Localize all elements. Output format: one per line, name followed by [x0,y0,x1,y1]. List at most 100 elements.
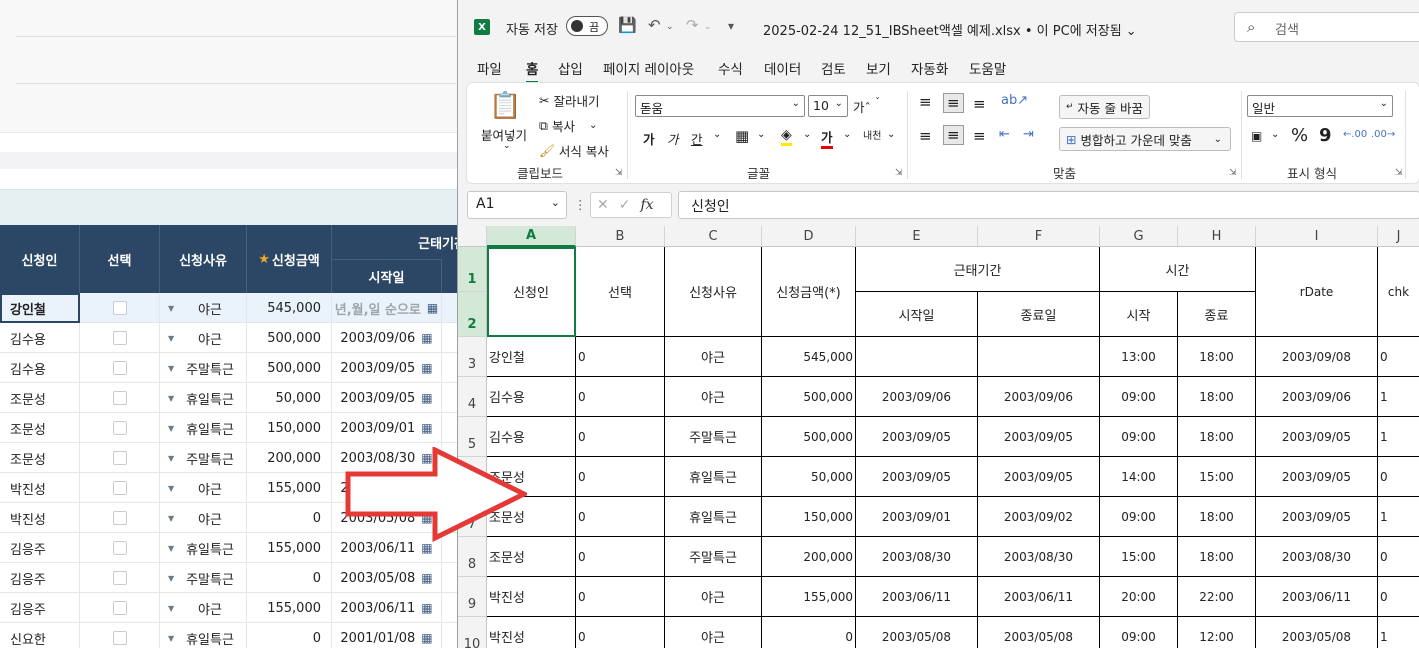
cell-d10[interactable]: 0 [762,617,856,648]
table-row[interactable]: 신요한 ▼ 휴일특근 0 2001/01/08 ▦ [0,623,470,648]
cell-g6[interactable]: 14:00 [1100,457,1178,497]
calendar-icon[interactable]: ▦ [421,601,432,615]
enter-icon[interactable]: ✓ [619,197,631,213]
cell-i4[interactable]: 2003/09/06 [1256,377,1378,417]
cell-f5[interactable]: 2003/09/05 [978,417,1100,457]
cell-g1[interactable]: 시간 [1100,247,1256,292]
cell-f8[interactable]: 2003/08/30 [978,537,1100,577]
cell-reason[interactable]: ▼ 주말특근 [160,443,247,473]
cell-c1[interactable]: 신청사유 [665,247,762,337]
autosave-toggle[interactable]: 끔 [566,16,608,36]
font-launcher-icon[interactable]: ⇲ [895,168,903,178]
cell-h8[interactable]: 18:00 [1178,537,1256,577]
dropdown-triangle-icon[interactable]: ▼ [168,364,174,373]
cell-applicant[interactable]: 조문성 [0,413,80,443]
redo-dropdown-icon[interactable]: ⌄ [704,22,712,32]
calendar-icon[interactable]: ▦ [421,361,432,375]
tab-review[interactable]: 검토 [821,58,846,78]
cell-c8[interactable]: 주말특근 [665,537,762,577]
cell-a9[interactable]: 박진성 [487,577,576,617]
cell-d9[interactable]: 155,000 [762,577,856,617]
align-top-icon[interactable]: ≡ [919,93,932,111]
dropdown-triangle-icon[interactable]: ▼ [168,574,174,583]
number-launcher-icon[interactable]: ⇲ [1395,168,1403,178]
cell-select[interactable] [80,593,160,623]
tab-formulas[interactable]: 수식 [718,58,743,78]
cell-g3[interactable]: 13:00 [1100,337,1178,377]
font-color-dropdown-icon[interactable]: ⌄ [843,129,851,140]
cell-h2[interactable]: 종료 [1178,292,1256,337]
tab-data[interactable]: 데이터 [764,58,801,78]
cell-applicant[interactable]: 김수용 [0,323,80,353]
cell-amount[interactable]: 200,000 [247,443,332,473]
font-color-button[interactable]: 가 [821,127,833,149]
cell-amount[interactable]: 0 [247,503,332,533]
cell-g9[interactable]: 20:00 [1100,577,1178,617]
dropdown-triangle-icon[interactable]: ▼ [168,304,174,313]
cell-select[interactable] [80,413,160,443]
cell-j9[interactable]: 0 [1378,577,1419,617]
cell-e9[interactable]: 2003/06/11 [856,577,978,617]
cell-d1[interactable]: 신청금액(*) [762,247,856,337]
calendar-icon[interactable]: ▦ [427,301,438,315]
cell-j3[interactable]: 0 [1378,337,1419,377]
cell-reason[interactable]: ▼ 휴일특근 [160,413,247,443]
dropdown-triangle-icon[interactable]: ▼ [168,454,174,463]
cell-h4[interactable]: 18:00 [1178,377,1256,417]
column-header-c[interactable]: C [665,226,762,247]
cell-applicant[interactable]: 신요한 [0,623,80,648]
calendar-icon[interactable]: ▦ [421,421,432,435]
name-box[interactable]: A1 ⌄ [467,191,567,219]
cell-d7[interactable]: 150,000 [762,497,856,537]
cell-select[interactable] [80,323,160,353]
cell-applicant[interactable]: 김응주 [0,563,80,593]
row-header[interactable]: 3 [458,337,487,377]
cell-j10[interactable]: 1 [1378,617,1419,648]
cell-b4[interactable]: 0 [576,377,665,417]
search-box[interactable]: ⌕ 검색 [1234,12,1419,42]
cell-amount[interactable]: 155,000 [247,593,332,623]
cell-f9[interactable]: 2003/06/11 [978,577,1100,617]
column-header-d[interactable]: D [762,226,856,247]
checkbox[interactable] [112,361,127,375]
checkbox[interactable] [112,601,127,615]
accounting-dropdown-icon[interactable]: ⌄ [1271,129,1279,140]
cell-i9[interactable]: 2003/06/11 [1256,577,1378,617]
cell-h3[interactable]: 18:00 [1178,337,1256,377]
cell-select[interactable] [80,473,160,503]
cell-h5[interactable]: 18:00 [1178,417,1256,457]
cell-start-date[interactable]: 2003/09/01 ▦ [332,413,442,443]
cell-reason[interactable]: ▼ 휴일특근 [160,533,247,563]
align-middle-icon[interactable]: ≡ [943,93,964,113]
cell-amount[interactable]: 0 [247,623,332,648]
cell-i7[interactable]: 2003/09/05 [1256,497,1378,537]
table-row[interactable]: 김응주 ▼ 주말특근 0 2003/05/08 ▦ [0,563,470,593]
cell-c6[interactable]: 휴일특근 [665,457,762,497]
cell-reason[interactable]: ▼ 야근 [160,503,247,533]
underline-dropdown-icon[interactable]: ⌄ [713,129,721,140]
merge-center-button[interactable]: ⊞ 병합하고 가운데 맞춤 ⌄ [1059,127,1231,151]
calendar-icon[interactable]: ▦ [421,631,432,645]
tab-page-layout[interactable]: 페이지 레이아웃 [603,58,694,78]
cell-select[interactable] [80,443,160,473]
cell-reason[interactable]: ▼ 야근 [160,293,247,323]
undo-dropdown-icon[interactable]: ⌄ [666,22,674,32]
cell-g7[interactable]: 09:00 [1100,497,1178,537]
select-all-corner[interactable] [458,226,487,247]
formula-input[interactable]: 신청인 [678,191,1419,219]
checkbox[interactable] [112,451,127,465]
column-header-e[interactable]: E [856,226,978,247]
cell-applicant[interactable]: 박진성 [0,473,80,503]
column-header-b[interactable]: B [576,226,665,247]
cell-applicant[interactable]: 조문성 [0,443,80,473]
align-left-icon[interactable]: ≡ [919,127,932,145]
cancel-icon[interactable]: ✕ [597,197,609,213]
cell-e8[interactable]: 2003/08/30 [856,537,978,577]
cell-g2[interactable]: 시작 [1100,292,1178,337]
decrease-decimal-icon[interactable]: .00→ [1371,129,1395,140]
cell-start-date[interactable]: 2003/05/08 ▦ [332,563,442,593]
italic-button[interactable]: 가 [667,129,679,148]
calendar-icon[interactable]: ▦ [421,571,432,585]
increase-font-icon[interactable]: 가ˆ [853,97,871,116]
cell-e4[interactable]: 2003/09/06 [856,377,978,417]
